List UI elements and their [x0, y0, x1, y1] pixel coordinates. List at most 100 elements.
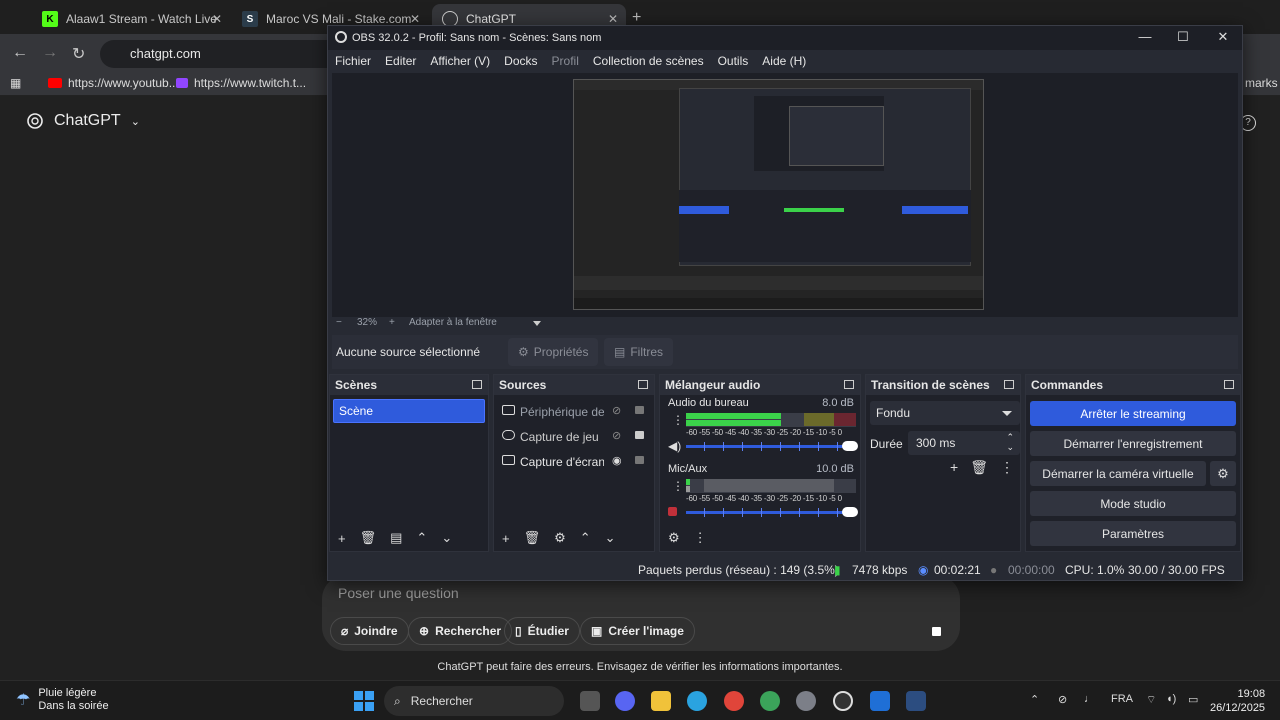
menu-fichier[interactable]: Fichier — [328, 50, 378, 72]
volume-icon[interactable]: ◖) — [1166, 693, 1176, 705]
menu-outils[interactable]: Outils — [711, 50, 756, 72]
network-off-icon[interactable]: ⊘ — [1058, 693, 1067, 706]
close-tab-icon[interactable]: ✕ — [608, 12, 618, 26]
bookmark-twitch[interactable]: https://www.twitch.t... — [176, 76, 306, 90]
bookmark-youtube[interactable]: https://www.youtub... — [48, 76, 179, 90]
composer-placeholder[interactable]: Poser une question — [338, 585, 459, 601]
source-item[interactable]: Capture d'écran ◉ — [494, 449, 654, 474]
advanced-audio-icon[interactable]: ⚙ — [668, 530, 680, 546]
popout-icon[interactable] — [472, 380, 482, 389]
study-button[interactable]: ▯ Étudier — [504, 617, 580, 645]
chat-composer[interactable]: Poser une question ⌀ Joindre ⊕ Rechercher … — [322, 575, 960, 651]
taskbar-search[interactable]: ⌕ Rechercher — [384, 686, 564, 716]
menu-afficher[interactable]: Afficher (V) — [423, 50, 497, 72]
start-recording-button[interactable]: Démarrer l'enregistrement — [1030, 431, 1236, 456]
scene-item[interactable]: Scène — [333, 399, 485, 423]
move-down-icon[interactable]: ⌄ — [441, 530, 452, 546]
calculator-icon[interactable] — [906, 691, 926, 711]
transition-select[interactable]: Fondu — [870, 401, 1020, 425]
reload-icon[interactable]: ↻ — [72, 44, 85, 64]
filters-button[interactable]: ▤ Filtres — [604, 338, 674, 366]
more-options-icon[interactable]: ⋮ — [1000, 459, 1014, 476]
zoom-dropdown-icon[interactable] — [533, 321, 541, 326]
obs-icon[interactable] — [833, 691, 853, 711]
battery-icon[interactable]: ▭ — [1188, 693, 1198, 706]
discord-icon[interactable] — [615, 691, 635, 711]
settings-icon[interactable] — [796, 691, 816, 711]
close-tab-icon[interactable]: ✕ — [410, 12, 420, 26]
file-explorer-icon[interactable] — [651, 691, 671, 711]
properties-button[interactable]: ⚙ Propriétés — [508, 338, 599, 366]
eye-icon[interactable]: ◉ — [612, 454, 622, 467]
gear-icon[interactable]: ⚙ — [554, 530, 566, 546]
popout-icon[interactable] — [638, 380, 648, 389]
create-image-button[interactable]: ▣ Créer l'image — [580, 617, 695, 645]
start-virtual-camera-button[interactable]: Démarrer la caméra virtuelle — [1030, 461, 1206, 486]
settings-button[interactable]: Paramètres — [1030, 521, 1236, 546]
virtual-camera-settings-button[interactable]: ⚙ — [1210, 461, 1236, 486]
speaker-icon[interactable]: ◀) — [668, 439, 681, 453]
mic-icon[interactable]: ♩ — [1084, 693, 1095, 705]
store-icon[interactable] — [870, 691, 890, 711]
add-icon[interactable]: + — [502, 531, 510, 546]
weather-widget[interactable]: ☂ Pluie légère Dans la soirée — [16, 687, 109, 713]
chrome-profile-icon[interactable] — [760, 691, 780, 711]
all-bookmarks[interactable]: marks — [1245, 76, 1278, 90]
menu-docks[interactable]: Docks — [497, 50, 544, 72]
trash-icon[interactable]: 🗑 — [970, 459, 988, 476]
minimize-icon[interactable]: — — [1130, 29, 1160, 44]
lock-icon[interactable] — [635, 431, 644, 439]
chrome-icon[interactable] — [724, 691, 744, 711]
menu-editer[interactable]: Editer — [378, 50, 423, 72]
task-view-icon[interactable] — [580, 691, 600, 711]
add-icon[interactable]: + — [950, 459, 958, 476]
source-item[interactable]: Périphérique de capture ⊘ — [494, 399, 654, 424]
windows-start-icon[interactable] — [354, 691, 374, 711]
apps-icon[interactable]: ▦ — [10, 76, 21, 90]
fit-window-button[interactable]: Adapter à la fenêtre — [409, 317, 497, 328]
search-button[interactable]: ⊕ Rechercher — [408, 617, 513, 645]
trash-icon[interactable]: 🗑 — [524, 530, 541, 546]
more-options-icon[interactable]: ⋮ — [672, 479, 684, 493]
wifi-icon[interactable]: ⌔ — [1146, 693, 1156, 707]
filter-icon[interactable]: ▤ — [390, 530, 402, 546]
maximize-icon[interactable]: ☐ — [1168, 29, 1198, 45]
menu-profil[interactable]: Profil — [545, 50, 586, 72]
language-indicator[interactable]: FRA — [1111, 693, 1133, 705]
clock[interactable]: 19:08 26/12/2025 — [1210, 687, 1265, 715]
duration-input[interactable]: 300 ms ⌃ ⌄ — [908, 431, 1020, 455]
lock-icon[interactable] — [635, 456, 644, 464]
volume-slider[interactable] — [686, 507, 858, 517]
chatgpt-model-selector[interactable]: ChatGPT ⌄ — [26, 112, 140, 130]
menu-aide[interactable]: Aide (H) — [755, 50, 813, 72]
muted-speaker-icon[interactable] — [668, 507, 677, 516]
stop-button[interactable] — [922, 617, 950, 645]
stop-streaming-button[interactable]: Arrêter le streaming — [1030, 401, 1236, 426]
add-icon[interactable]: + — [338, 531, 346, 546]
tab-kick[interactable]: K Alaaw1 Stream - Watch Live on ✕ — [32, 4, 230, 34]
eye-hidden-icon[interactable]: ⊘ — [612, 404, 621, 417]
move-up-icon[interactable]: ⌃ — [580, 530, 591, 546]
obs-preview[interactable] — [332, 73, 1238, 317]
eye-hidden-icon[interactable]: ⊘ — [612, 429, 621, 442]
slider-handle[interactable] — [842, 507, 858, 517]
close-icon[interactable]: ✕ — [1208, 29, 1238, 45]
studio-mode-button[interactable]: Mode studio — [1030, 491, 1236, 516]
forward-icon[interactable]: → — [42, 44, 58, 62]
stepper-icon[interactable]: ⌃ ⌄ — [1006, 432, 1014, 452]
move-up-icon[interactable]: ⌃ — [416, 530, 427, 546]
more-options-icon[interactable]: ⋮ — [672, 413, 684, 427]
slider-handle[interactable] — [842, 441, 858, 451]
trash-icon[interactable]: 🗑 — [360, 530, 377, 546]
attach-button[interactable]: ⌀ Joindre — [330, 617, 409, 645]
popout-icon[interactable] — [1004, 380, 1014, 389]
close-tab-icon[interactable]: ✕ — [212, 12, 222, 26]
popout-icon[interactable] — [844, 380, 854, 389]
lock-icon[interactable] — [635, 406, 644, 414]
menu-collection[interactable]: Collection de scènes — [586, 50, 711, 72]
volume-slider[interactable] — [686, 441, 858, 451]
move-down-icon[interactable]: ⌄ — [605, 530, 616, 546]
telegram-icon[interactable] — [687, 691, 707, 711]
chevron-up-icon[interactable]: ⌃ — [1030, 693, 1039, 706]
source-item[interactable]: Capture de jeu ⊘ — [494, 424, 654, 449]
